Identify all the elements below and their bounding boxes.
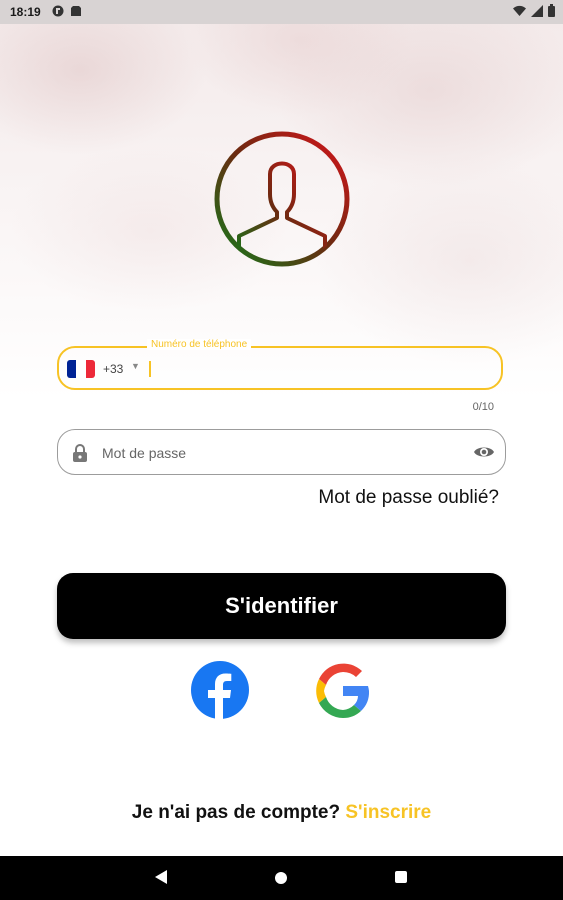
user-avatar-icon (214, 131, 350, 267)
france-flag-icon[interactable] (67, 360, 95, 378)
forgot-password-link[interactable]: Mot de passe oublié? (318, 487, 499, 509)
phone-char-counter: 0/10 (472, 401, 494, 413)
eye-icon[interactable] (473, 443, 495, 461)
phone-number-input[interactable]: Numéro de téléphone +33 ▼ (57, 339, 503, 390)
password-placeholder: Mot de passe (102, 445, 187, 461)
text-cursor (149, 361, 151, 377)
status-bar: 18:19 (0, 0, 563, 24)
wifi-icon (513, 5, 526, 16)
status-time: 18:19 (10, 5, 41, 19)
navigation-bar (0, 856, 563, 900)
signup-row: Je n'ai pas de compte? S'inscrire (0, 802, 563, 824)
sd-card-icon (71, 6, 81, 16)
lock-icon (73, 444, 87, 462)
password-field[interactable]: Mot de passe (57, 429, 506, 475)
home-icon[interactable] (275, 872, 287, 884)
signal-icon (531, 4, 543, 17)
signup-link[interactable]: S'inscrire (345, 802, 431, 823)
dropdown-arrow-icon[interactable]: ▼ (131, 361, 140, 371)
phone-number-label: Numéro de téléphone (147, 339, 252, 350)
recent-apps-icon[interactable] (395, 871, 407, 883)
facebook-icon[interactable] (190, 660, 250, 720)
google-icon[interactable] (312, 660, 374, 722)
notification-icon (52, 5, 64, 17)
login-button[interactable]: S'identifier (57, 573, 506, 639)
back-icon[interactable] (155, 870, 167, 884)
battery-icon (548, 4, 555, 17)
dial-code[interactable]: +33 (103, 362, 123, 376)
signup-question: Je n'ai pas de compte? (131, 802, 341, 823)
